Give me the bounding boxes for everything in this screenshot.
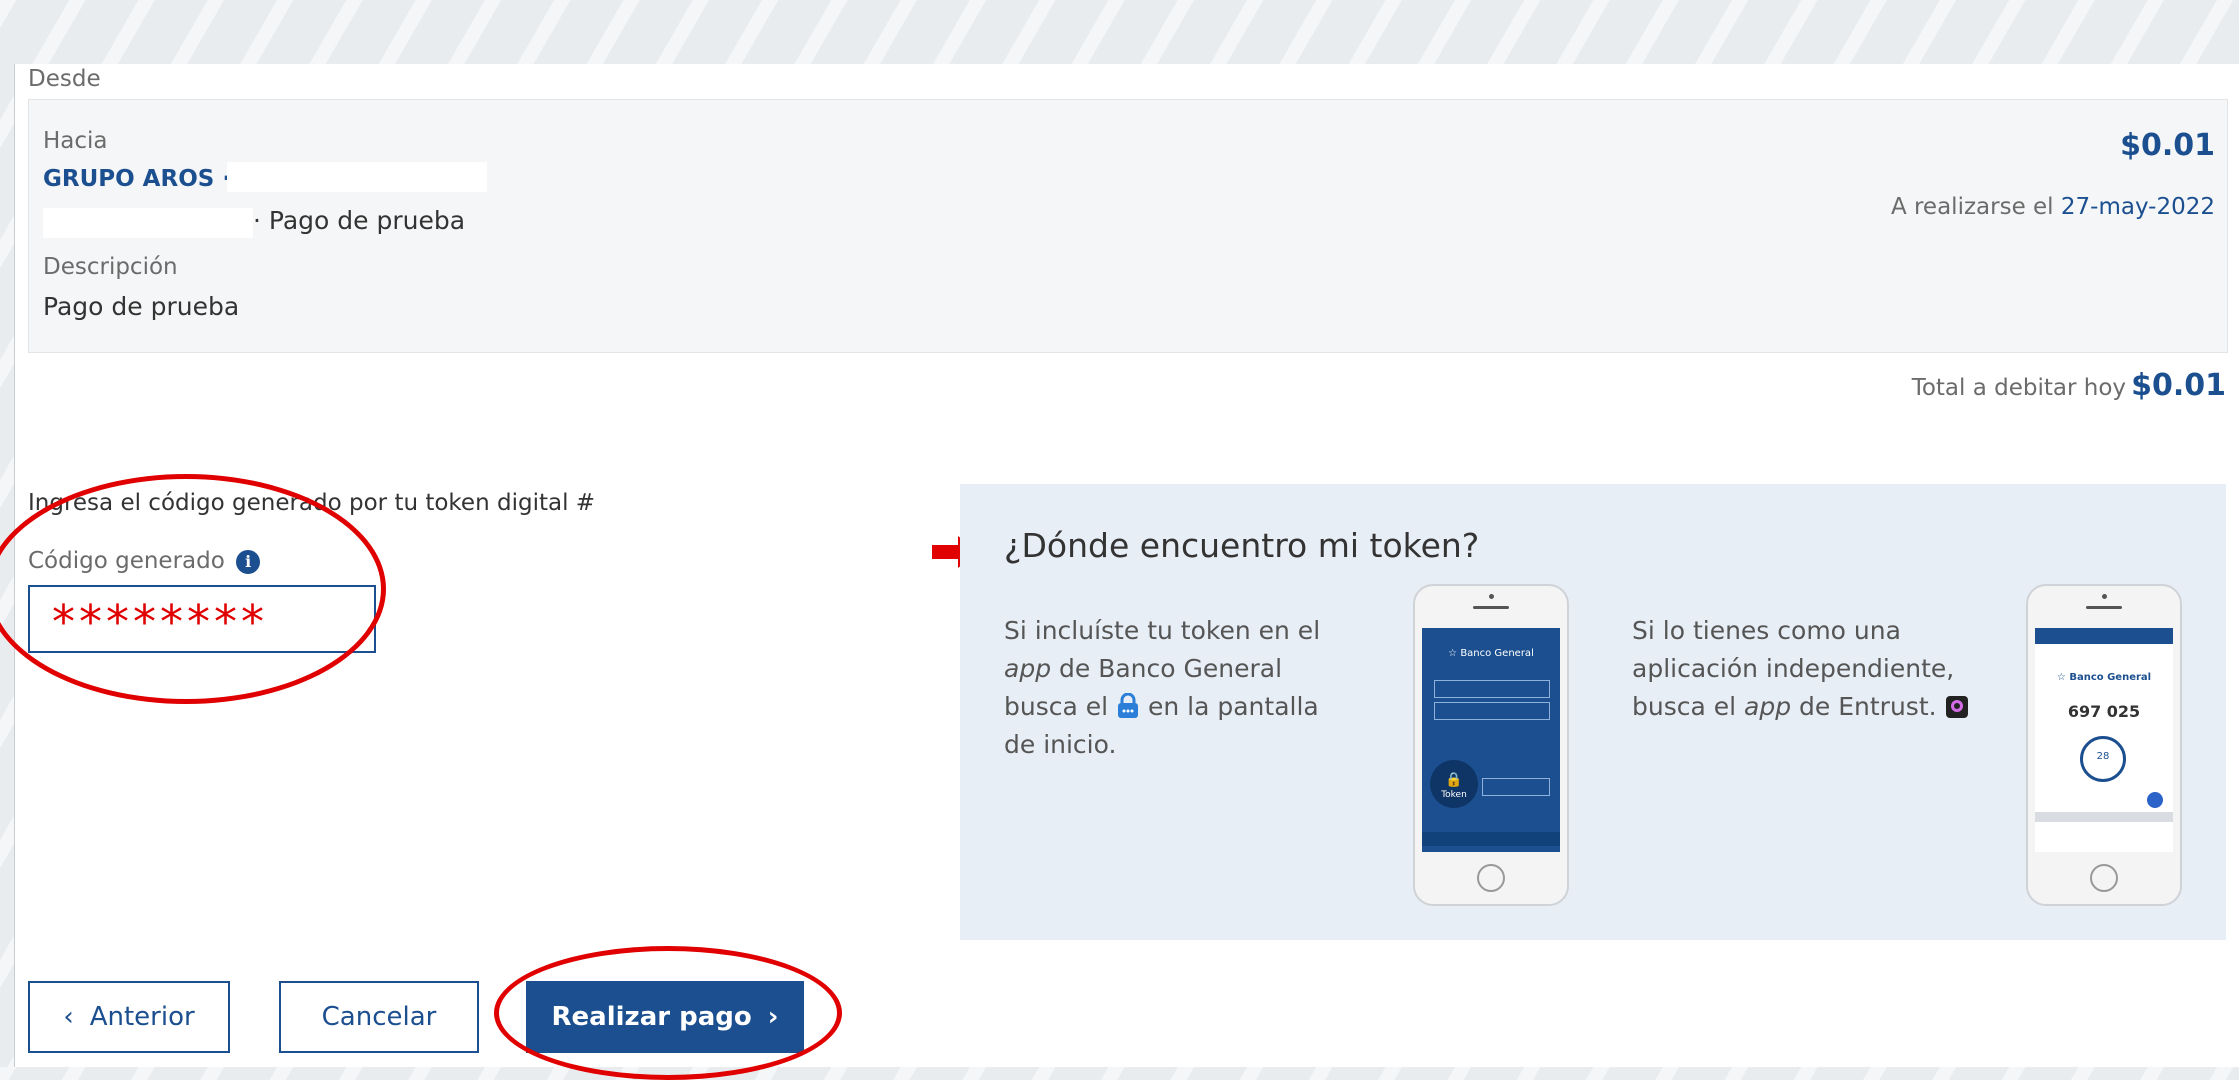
from-label: Desde xyxy=(28,66,101,92)
code-input[interactable]: ******** xyxy=(28,585,376,653)
phone-brand: ☆ Banco General xyxy=(2056,672,2152,683)
phone-camera xyxy=(1489,594,1494,599)
phone-code: 697 025 xyxy=(2067,702,2141,721)
submit-payment-button[interactable]: Realizar pago › xyxy=(526,981,804,1053)
recipient-name: GRUPO AROS · xyxy=(43,166,232,192)
total-debit: Total a debitar hoy $0.01 xyxy=(1912,368,2226,403)
chevron-left-icon: ‹ xyxy=(63,1002,74,1032)
phone-screen: ☆ Banco General 697 025 28 xyxy=(2035,628,2173,852)
schedule-prefix: A realizarse el xyxy=(1890,194,2054,220)
help-right-line: busca el app de Entrust. xyxy=(1632,688,2032,726)
app-italic: app xyxy=(1744,692,1792,721)
app-italic: app xyxy=(1004,654,1052,683)
payment-summary-card: Hacia GRUPO AROS · · Pago de prueba Desc… xyxy=(28,99,2228,353)
phone-field xyxy=(1434,680,1550,698)
help-left-text: Si incluíste tu token en el app de Banco… xyxy=(1004,612,1384,764)
description-value: Pago de prueba xyxy=(43,292,240,321)
phone-brand-text: Banco General xyxy=(1460,648,1534,659)
cancel-button-label: Cancelar xyxy=(321,1002,437,1032)
phone-tabbar xyxy=(1422,832,1560,846)
schedule-date: 27-may-2022 xyxy=(2060,194,2215,220)
redacted-block xyxy=(43,208,253,238)
help-right-text: Si lo tienes como una aplicación indepen… xyxy=(1632,612,2032,726)
amount-value: $0.01 xyxy=(2120,128,2215,163)
phone-brand-text: Banco General xyxy=(2069,672,2152,683)
phone-home-button xyxy=(2090,864,2118,892)
previous-button[interactable]: ‹ Anterior xyxy=(28,981,230,1053)
help-left-line-end: en la pantalla xyxy=(1147,692,1319,721)
phone-token-label: Token xyxy=(1441,790,1467,800)
phone-timer-value: 28 xyxy=(2096,751,2110,762)
phone-token-button: 🔒 Token xyxy=(1430,760,1478,808)
phone-fab xyxy=(2147,792,2163,808)
help-right-line: Si lo tienes como una xyxy=(1632,616,1901,645)
phone-lock-glyph: 🔒 xyxy=(1445,772,1463,788)
to-label: Hacia xyxy=(43,128,108,154)
help-left-line: busca el en la pantalla xyxy=(1004,688,1384,726)
submit-button-label: Realizar pago xyxy=(551,1002,752,1032)
help-left-line-start: busca el xyxy=(1004,692,1109,721)
code-input-value: ******** xyxy=(52,595,268,649)
code-field-label-row: Código generado i xyxy=(28,548,261,574)
total-label: Total a debitar hoy xyxy=(1911,375,2126,401)
phone-camera xyxy=(2102,594,2107,599)
phone-header xyxy=(2035,628,2173,644)
previous-button-label: Anterior xyxy=(89,1002,195,1032)
help-right-line: aplicación independiente, xyxy=(1632,654,1955,683)
help-left-line: Si incluíste tu token en el xyxy=(1004,616,1321,645)
phone-button xyxy=(1482,778,1550,796)
token-instruction: Ingresa el código generado por tu token … xyxy=(28,490,596,516)
help-title: ¿Dónde encuentro mi token? xyxy=(1004,526,1480,565)
entrust-app-icon xyxy=(1945,696,1968,718)
phone-bar xyxy=(2035,812,2173,822)
schedule-text: A realizarse el 27-may-2022 xyxy=(1891,194,2215,220)
description-label: Descripción xyxy=(43,254,178,280)
phone-entrust-image: ☆ Banco General 697 025 28 xyxy=(2026,584,2182,906)
phone-brand: ☆ Banco General xyxy=(1448,648,1534,659)
reference-text: · Pago de prueba xyxy=(253,206,466,235)
total-amount: $0.01 xyxy=(2131,368,2226,403)
phone-banco-general-image: ☆ Banco General 🔒 Token xyxy=(1413,584,1569,906)
chevron-right-icon: › xyxy=(767,1002,779,1032)
help-left-line-rest: de Banco General xyxy=(1059,654,1283,683)
info-icon[interactable]: i xyxy=(236,549,261,574)
help-left-line: app de Banco General xyxy=(1004,650,1384,688)
cancel-button[interactable]: Cancelar xyxy=(279,981,479,1053)
phone-speaker xyxy=(2086,606,2122,609)
redacted-block xyxy=(227,162,487,192)
help-left-line: de inicio. xyxy=(1004,730,1117,759)
help-right-line-start: busca el xyxy=(1632,692,1737,721)
phone-screen: ☆ Banco General 🔒 Token xyxy=(1422,628,1560,852)
phone-home-button xyxy=(1477,864,1505,892)
phone-speaker xyxy=(1473,606,1509,609)
help-right-line-end: de Entrust. xyxy=(1799,692,1937,721)
token-help-panel: ¿Dónde encuentro mi token? Si incluíste … xyxy=(960,484,2226,940)
code-field-label: Código generado xyxy=(28,548,225,574)
phone-field xyxy=(1434,702,1550,720)
lock-icon xyxy=(1118,692,1139,718)
phone-timer: 28 xyxy=(2080,736,2126,782)
